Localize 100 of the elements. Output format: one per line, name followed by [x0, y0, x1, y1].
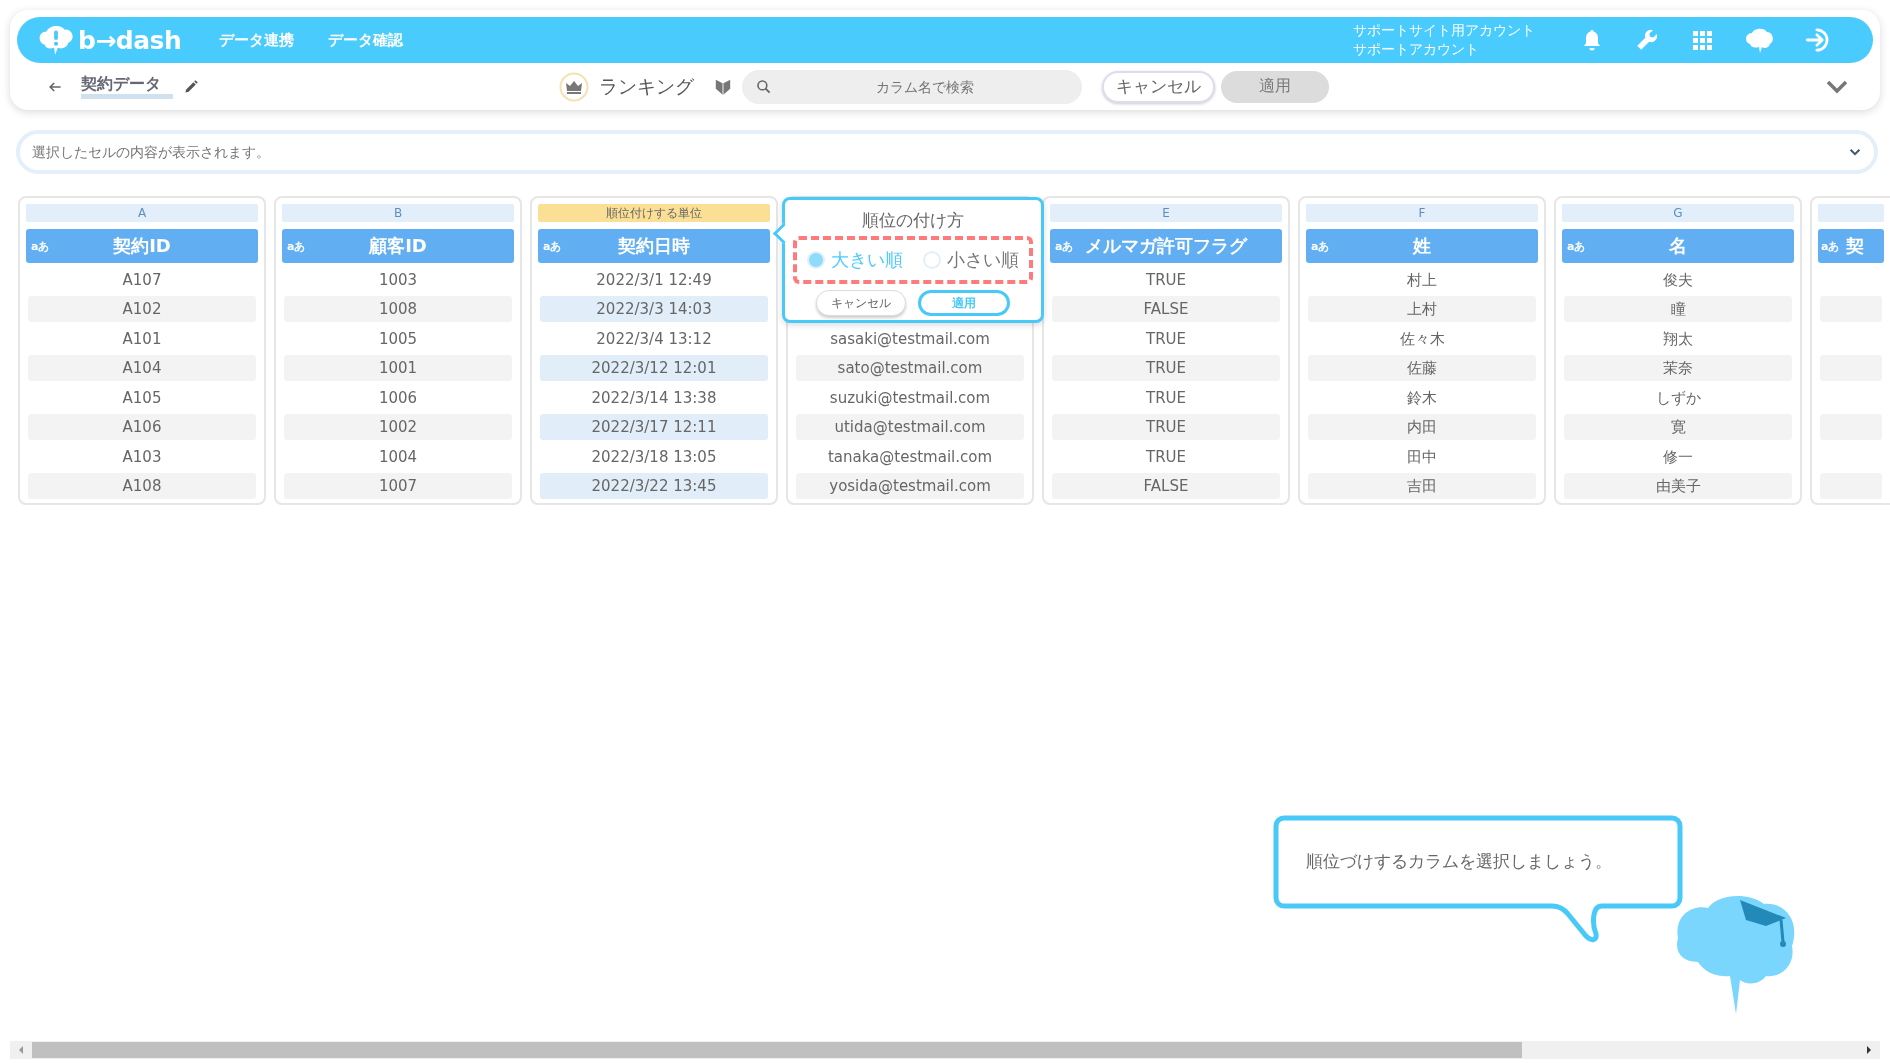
guide-message: 順位づけするカラムを選択しましょう。 — [1306, 850, 1612, 873]
column-name: 契約日時 — [618, 234, 690, 258]
mode-label: ランキング — [599, 73, 694, 99]
type-label: aあ — [1821, 238, 1840, 254]
radio-option[interactable]: 小さい順 — [923, 248, 1019, 272]
account-name: サポートサイト用アカウント — [1353, 21, 1535, 40]
table-cell-text: 翔太 — [1662, 328, 1694, 350]
table-cell: 2022/3/12 12:01 — [540, 355, 768, 381]
column-header[interactable]: aあ 契 — [1818, 229, 1884, 263]
column-header[interactable]: aあ 契約ID — [26, 229, 258, 263]
column-letter-bar[interactable]: G — [1562, 204, 1794, 222]
column-letter-bar[interactable] — [1818, 204, 1884, 222]
table-cell-text: 2022/3/14 13:38 — [590, 387, 718, 409]
table-cell: 1001 — [284, 355, 512, 381]
table-cell-text: TRUE — [1144, 269, 1187, 291]
nav-link[interactable]: データ連携 — [219, 30, 295, 50]
search-icon — [756, 78, 772, 95]
cloud-icon[interactable] — [1744, 26, 1774, 54]
table-cell: FALSE — [1052, 473, 1280, 499]
table-cell-text: しずか — [1654, 387, 1702, 409]
column-name: メルマガ許可フラグ — [1085, 234, 1247, 258]
account-name: サポートアカウント — [1353, 40, 1480, 59]
type-label: aあ — [1311, 238, 1330, 254]
search-field[interactable]: カラム名で検索 — [742, 69, 1082, 104]
table-cell: A102 — [28, 296, 256, 322]
table-cell: FALSE — [1052, 296, 1280, 322]
logo-icon — [37, 24, 75, 56]
column-letter-bar[interactable]: F — [1306, 204, 1538, 222]
table-cell: TRUE — [1052, 355, 1280, 381]
type-label: aあ — [543, 238, 562, 254]
column-letter-bar[interactable]: E — [1050, 204, 1282, 222]
table-cell-text: TRUE — [1144, 387, 1187, 409]
table-cell-text: 鈴木 — [1406, 387, 1438, 409]
table-cell: utida@testmail.com — [796, 414, 1024, 440]
logo-text[interactable]: b→dash — [78, 25, 182, 55]
column-header[interactable]: aあ 名 — [1562, 229, 1794, 263]
cancel-button[interactable]: キャンセル — [1102, 70, 1215, 103]
nav-link[interactable]: データ確認 — [328, 30, 404, 50]
table-cell-text: TRUE — [1144, 446, 1187, 468]
type-label: aあ — [1055, 238, 1074, 254]
app-grid-icon[interactable] — [1690, 28, 1714, 52]
column-header[interactable]: aあ 姓 — [1306, 229, 1538, 263]
column-header[interactable]: aあ メルマガ許可フラグ — [1050, 229, 1282, 263]
pencil-icon[interactable] — [183, 78, 199, 95]
table-cell: sato@testmail.com — [796, 355, 1024, 381]
table-cell-text: A103 — [121, 446, 163, 468]
table-cell: 内田 — [1308, 414, 1536, 440]
table-cell-text: 村上 — [1406, 269, 1438, 291]
table-cell: 寛 — [1564, 414, 1792, 440]
table-cell-text: 1004 — [377, 446, 419, 468]
table-cell: 2022/3/3 14:03 — [540, 296, 768, 322]
table-cell: 瞳 — [1564, 296, 1792, 322]
apply-button[interactable]: 適用 — [918, 290, 1010, 316]
radio-option[interactable]: 大きい順 — [807, 248, 903, 272]
table-cell-text: A107 — [121, 269, 163, 291]
column-name: 契 — [1846, 234, 1864, 258]
chevron-down-icon[interactable] — [1825, 78, 1849, 95]
table-cell: 吉田 — [1308, 473, 1536, 499]
column-header[interactable]: aあ 契約日時 — [538, 229, 770, 263]
popover-title: 順位の付け方 — [862, 210, 964, 230]
table-cell: A104 — [28, 355, 256, 381]
table-cell-text: 2022/3/4 13:12 — [595, 328, 713, 350]
table-cell-text: A105 — [121, 387, 163, 409]
table-cell-text: suzuki@testmail.com — [828, 387, 992, 409]
table-cell-text: sasaki@testmail.com — [829, 328, 991, 350]
table-cell-text: 田中 — [1406, 446, 1438, 468]
table-cell-text: TRUE — [1144, 328, 1187, 350]
table-cell: 1008 — [284, 296, 512, 322]
scrollbar-thumb[interactable] — [32, 1042, 1522, 1058]
horizontal-scrollbar[interactable] — [10, 1041, 1880, 1059]
table-cell: TRUE — [1052, 414, 1280, 440]
table-cell-text: 佐々木 — [1398, 328, 1446, 350]
table-cell: 2022/3/17 12:11 — [540, 414, 768, 440]
type-label: aあ — [31, 238, 50, 254]
column-name: 名 — [1669, 234, 1687, 258]
table-cell: A108 — [28, 473, 256, 499]
cell-content-field[interactable]: 選択したセルの内容が表示されます。 — [16, 130, 1878, 174]
table-cell: 由美子 — [1564, 473, 1792, 499]
column-name: 顧客ID — [369, 234, 427, 258]
scroll-right-icon[interactable] — [1864, 1045, 1874, 1055]
column-letter-bar[interactable]: 順位付けする単位 — [538, 204, 770, 222]
table-cell: 茉奈 — [1564, 355, 1792, 381]
type-label: aあ — [287, 238, 306, 254]
table-cell-text: 1003 — [377, 269, 419, 291]
table-cell: 佐藤 — [1308, 355, 1536, 381]
table-cell-text: 2022/3/18 13:05 — [590, 446, 718, 468]
table-cell-text: A101 — [121, 328, 163, 350]
cancel-button[interactable]: キャンセル — [816, 290, 906, 316]
table-cell-text: 1005 — [377, 328, 419, 350]
table-cell-text: 2022/3/1 12:49 — [595, 269, 713, 291]
column-name: 姓 — [1413, 234, 1431, 258]
column-header[interactable]: aあ 顧客ID — [282, 229, 514, 263]
table-cell-text: tanaka@testmail.com — [826, 446, 994, 468]
table-cell-text: 修一 — [1662, 446, 1694, 468]
table-cell: 1002 — [284, 414, 512, 440]
column-letter-bar[interactable]: A — [26, 204, 258, 222]
table-cell: 1007 — [284, 473, 512, 499]
table-cell: 2022/3/22 13:45 — [540, 473, 768, 499]
crown-icon — [559, 71, 589, 102]
column-letter-bar[interactable]: B — [282, 204, 514, 222]
